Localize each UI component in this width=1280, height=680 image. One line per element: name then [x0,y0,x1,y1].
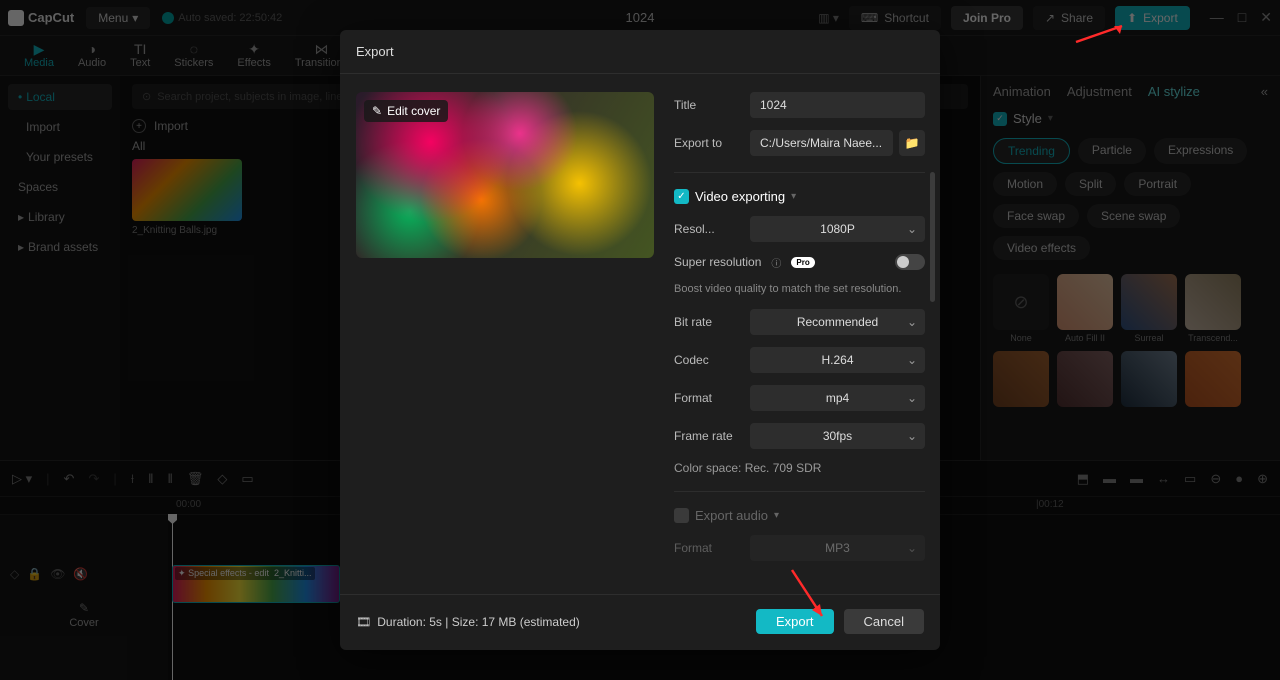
chevron-down-icon: ▾ [791,191,796,202]
audio-export-checkbox[interactable] [674,508,689,523]
audio-format-label: Format [674,541,740,555]
chevron-down-icon: ▾ [774,510,779,521]
resolution-label: Resol... [674,222,740,236]
exportto-label: Export to [674,136,740,150]
audio-section-label: Export audio [695,508,768,523]
exportto-field[interactable]: C:/Users/Maira Naee... [750,130,893,156]
resolution-select[interactable]: 1080P [750,216,925,242]
modal-title: Export [340,30,940,74]
info-icon[interactable]: ⓘ [771,255,781,270]
bitrate-select[interactable]: Recommended [750,309,925,335]
video-section-label: Video exporting [695,189,785,204]
folder-button[interactable]: 📁 [899,130,925,156]
pro-badge: Pro [791,257,814,268]
color-space: Color space: Rec. 709 SDR [674,461,925,475]
format-select[interactable]: mp4 [750,385,925,411]
bitrate-label: Bit rate [674,315,740,329]
framerate-select[interactable]: 30fps [750,423,925,449]
cover-preview: ✎ Edit cover [356,92,654,258]
export-modal: Export ✎ Edit cover Title Export to C:/U… [340,30,940,650]
format-label: Format [674,391,740,405]
codec-select[interactable]: H.264 [750,347,925,373]
superres-toggle[interactable] [895,254,925,270]
film-icon: 🎞 [356,615,371,629]
audio-format-select: MP3 [750,535,925,561]
pencil-icon: ✎ [372,104,382,118]
title-input[interactable] [750,92,925,118]
modal-cancel-button[interactable]: Cancel [844,609,924,634]
duration-text: Duration: 5s | Size: 17 MB (estimated) [377,615,580,629]
codec-label: Codec [674,353,740,367]
superres-help: Boost video quality to match the set res… [674,282,925,297]
superres-label: Super resolution [674,255,761,269]
folder-icon: 📁 [905,136,920,150]
title-label: Title [674,98,740,112]
video-export-checkbox[interactable]: ✓ [674,189,689,204]
framerate-label: Frame rate [674,429,740,443]
modal-export-button[interactable]: Export [756,609,834,634]
edit-cover-button[interactable]: ✎ Edit cover [364,100,448,122]
